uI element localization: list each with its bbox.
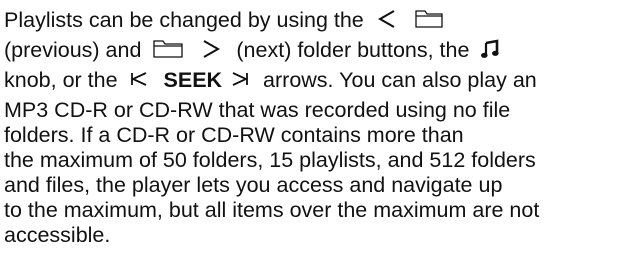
line1-text: Playlists can be changed by using the xyxy=(4,8,364,32)
text-line-3: knob, or the SEEK arrows. You can also p… xyxy=(4,66,537,94)
seek-left-icon xyxy=(130,70,148,88)
line3-text-b: arrows. You can also play an xyxy=(263,68,537,92)
text-line-2: (previous) and (next) folder buttons, th… xyxy=(4,36,500,64)
line2-text-b: (next) folder buttons, the xyxy=(236,38,470,62)
text-line-4: MP3 CD-R or CD-RW that was recorded usin… xyxy=(4,98,511,122)
less-than-icon xyxy=(376,8,398,30)
text-line-1: Playlists can be changed by using the xyxy=(4,6,444,34)
greater-than-icon xyxy=(200,38,222,60)
seek-right-icon xyxy=(231,70,249,88)
folder-icon xyxy=(414,8,444,30)
music-note-icon xyxy=(481,39,500,59)
text-line-7: and files, the player lets you access an… xyxy=(4,173,503,197)
text-line-9: accessible. xyxy=(4,223,111,247)
folder-icon xyxy=(152,38,184,60)
text-line-8: to the maximum, but all items over the m… xyxy=(4,198,540,222)
line3-text-a: knob, or the xyxy=(4,68,118,92)
line2-text-a: (previous) and xyxy=(4,38,142,62)
text-line-5: folders. If a CD-R or CD-RW contains mor… xyxy=(4,123,464,147)
text-line-6: the maximum of 50 folders, 15 playlists,… xyxy=(4,148,536,172)
seek-label: SEEK xyxy=(163,68,223,92)
